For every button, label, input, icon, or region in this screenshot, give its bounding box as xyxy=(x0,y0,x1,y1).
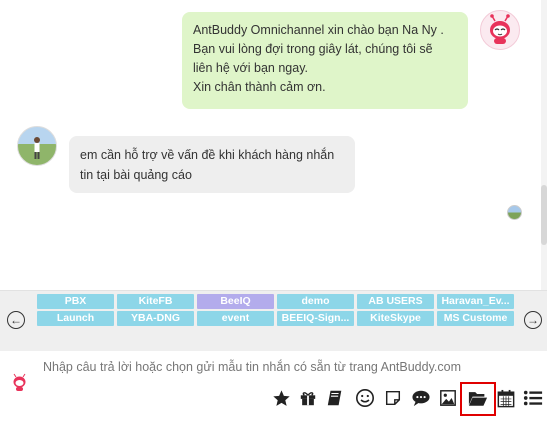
arrow-left-icon[interactable]: ← xyxy=(7,311,25,329)
chat-scrollbar-thumb[interactable] xyxy=(541,185,547,245)
list-icon[interactable] xyxy=(522,387,544,409)
image-icon[interactable] xyxy=(437,387,459,409)
tag-demo[interactable]: demo xyxy=(277,294,354,309)
tag-event[interactable]: event xyxy=(197,311,274,326)
ant-mascot-icon xyxy=(13,373,26,391)
star-icon[interactable] xyxy=(270,387,292,409)
bot-avatar xyxy=(480,10,520,50)
chat-history: AntBuddy Omnichannel xin chào bạn Na Ny … xyxy=(0,0,547,290)
note-icon[interactable] xyxy=(382,387,404,409)
smiley-icon[interactable] xyxy=(354,387,376,409)
bot-avatar-small xyxy=(9,372,30,393)
tag-launch[interactable]: Launch xyxy=(37,311,114,326)
tag-ab-users[interactable]: AB USERS xyxy=(357,294,434,309)
tag-yba-dng[interactable]: YBA-DNG xyxy=(117,311,194,326)
tag-bar: ← PBX KiteFB BeeIQ demo AB USERS Haravan… xyxy=(0,290,547,351)
tag-beeiq-sign[interactable]: BEEIQ-Sign... xyxy=(277,311,354,326)
tag-beeiq[interactable]: BeeIQ xyxy=(197,294,274,309)
chat-scrollbar[interactable] xyxy=(541,0,547,290)
customer-avatar xyxy=(17,126,57,166)
selected-tool-highlight xyxy=(460,382,496,416)
incoming-message: em cần hỗ trợ về vấn đề khi khách hàng n… xyxy=(69,136,355,193)
tag-kitefb[interactable]: KiteFB xyxy=(117,294,194,309)
arrow-right-icon[interactable]: → xyxy=(524,311,542,329)
message-input[interactable]: Nhập câu trả lời hoặc chọn gửi mẫu tin n… xyxy=(43,360,461,374)
ant-mascot-icon xyxy=(490,14,510,44)
tag-haravan-ev[interactable]: Haravan_Ev... xyxy=(437,294,514,309)
calendar-icon[interactable] xyxy=(495,387,517,409)
outgoing-message-line: Bạn vui lòng đợi trong giây lát, chúng t… xyxy=(193,42,433,56)
chat-bubble-icon[interactable] xyxy=(410,387,432,409)
person-photo-icon xyxy=(34,137,40,159)
outgoing-message-line: AntBuddy Omnichannel xin chào bạn Na Ny … xyxy=(193,23,444,37)
seen-avatar xyxy=(507,205,522,220)
tag-ms-custome[interactable]: MS Custome xyxy=(437,311,514,326)
outgoing-message-line: liên hệ với bạn ngay. xyxy=(193,61,308,75)
gift-icon[interactable] xyxy=(297,387,319,409)
tag-kiteskype[interactable]: KiteSkype xyxy=(357,311,434,326)
tag-list: PBX KiteFB BeeIQ demo AB USERS Haravan_E… xyxy=(37,294,514,326)
outgoing-message: AntBuddy Omnichannel xin chào bạn Na Ny … xyxy=(182,12,468,109)
book-icon[interactable] xyxy=(324,387,346,409)
tag-pbx[interactable]: PBX xyxy=(37,294,114,309)
outgoing-message-line: Xin chân thành cảm ơn. xyxy=(193,80,326,94)
